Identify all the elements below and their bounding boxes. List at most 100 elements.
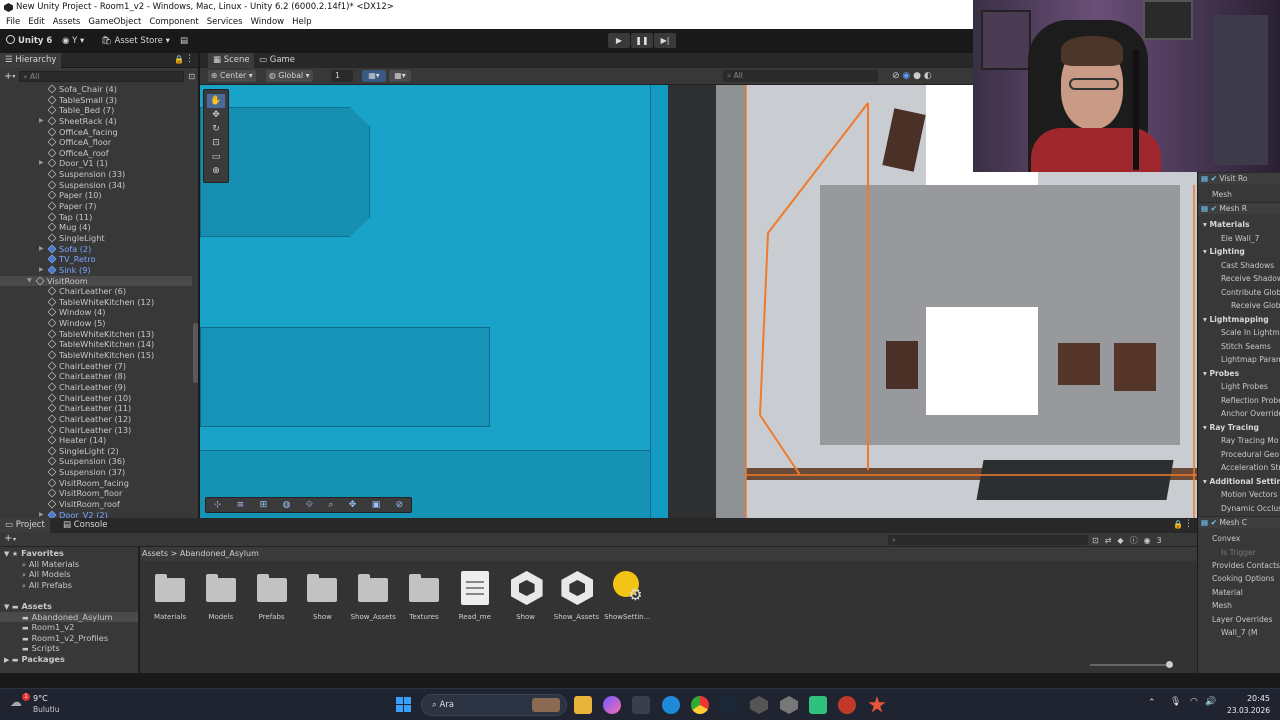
inspector-section-header[interactable]: ▾ Lightmapping (1198, 314, 1280, 326)
hierarchy-item[interactable]: ChairLeather (9) (0, 382, 192, 393)
filter-type-icon[interactable]: ⊡ (1092, 536, 1099, 545)
inspector-field[interactable]: Cast Shadows (1198, 260, 1280, 272)
eye-icon[interactable]: ◉ (1144, 536, 1151, 545)
inspector-field[interactable]: Cooking Options (1198, 573, 1280, 585)
inspector-component-header[interactable]: ▦ ✔ Visit Ro (1198, 172, 1280, 184)
menu-component[interactable]: Component (149, 17, 198, 27)
microphone-icon[interactable]: 🎙 (1170, 697, 1181, 707)
clock-date[interactable]: 23.03.2026 (1222, 706, 1270, 715)
asset-item[interactable]: Textures (400, 571, 448, 621)
steam-icon[interactable] (720, 696, 738, 714)
hierarchy-item[interactable]: SingleLight (0, 233, 192, 244)
expand-arrow-down-icon[interactable]: ▼ (27, 276, 32, 287)
inspector-field[interactable]: Acceleration Str (1198, 462, 1280, 474)
hierarchy-item[interactable]: Paper (7) (0, 201, 192, 212)
inspector-field[interactable]: Receive Glob (1198, 300, 1280, 312)
breadcrumb-assets[interactable]: Assets (142, 549, 168, 558)
clock-time[interactable]: 20:45 (1226, 694, 1270, 703)
inspector-component-header[interactable]: ▦ ✔ Mesh R (1198, 202, 1280, 215)
inspector-field[interactable]: Anchor Override (1198, 408, 1280, 420)
hierarchy-item[interactable]: ChairLeather (8) (0, 371, 192, 382)
align-icon[interactable]: ≡ (237, 500, 245, 510)
unity-hub-icon[interactable] (750, 696, 768, 714)
project-tree-item[interactable]: ▼ ★ Favorites (0, 548, 138, 559)
layers-icon[interactable]: ▤ (180, 34, 188, 48)
unity-editor-icon[interactable] (780, 696, 798, 714)
camera-icon[interactable]: ▣ (372, 500, 381, 510)
game-app-icon[interactable] (809, 696, 827, 714)
chevron-down-icon[interactable]: ▾ (12, 73, 15, 80)
inspector-field[interactable]: Provides Contacts (1198, 560, 1280, 572)
inspector-field[interactable]: Light Probes (1198, 381, 1280, 393)
inspector-field[interactable]: Scale In Lightm (1198, 327, 1280, 339)
hierarchy-item[interactable]: ▶ SheetRack (4) (0, 116, 192, 127)
hierarchy-item[interactable]: ChairLeather (11) (0, 403, 192, 414)
project-tree-item[interactable]: ▬ Abandoned_Asylum (0, 611, 138, 623)
step-button[interactable]: ▶| (654, 33, 676, 48)
more-icon[interactable]: ⋮ (1184, 519, 1193, 529)
inspector-field[interactable]: Receive Shadow (1198, 273, 1280, 285)
project-tree-item[interactable] (0, 590, 138, 601)
hierarchy-search-input[interactable]: ⌕ All (19, 70, 185, 82)
project-tree-item[interactable]: ⌕ All Models (0, 569, 138, 580)
hierarchy-item[interactable]: Mug (4) (0, 222, 192, 233)
grid-tool-icon[interactable]: ⊹ (214, 500, 222, 510)
inspector-field[interactable]: Motion Vectors (1198, 489, 1280, 501)
hierarchy-item[interactable]: Table_Bed (7) (0, 105, 192, 116)
weather-widget[interactable]: ☁ 1 (10, 693, 30, 713)
sphere-icon[interactable]: ◍ (283, 500, 291, 510)
inspector-field[interactable]: Lightmap Param (1198, 354, 1280, 366)
hierarchy-scrollbar[interactable] (193, 323, 198, 383)
project-tree-item[interactable]: ▬ Room1_v2 (0, 622, 138, 633)
play-button[interactable]: ▶ (608, 33, 630, 48)
hierarchy-item[interactable]: Window (5) (0, 318, 192, 329)
grid-size-field[interactable]: 1 (331, 70, 353, 82)
icon-size-slider-handle[interactable] (1166, 661, 1173, 668)
pivot-dropdown[interactable]: ⊕ Center ▾ (208, 70, 256, 82)
asset-item[interactable]: Materials (146, 571, 194, 621)
inspector-section-header[interactable]: ▾ Additional Setting (1198, 476, 1280, 488)
scene-search-input[interactable]: ⌕ All (723, 70, 878, 82)
project-tree-item[interactable]: ▬ Scripts (0, 643, 138, 654)
inspector-field[interactable]: Contribute Globa (1198, 287, 1280, 299)
hierarchy-item[interactable]: ChairLeather (7) (0, 361, 192, 372)
move-tool-icon[interactable]: ✥ (204, 108, 228, 122)
hierarchy-item[interactable]: ChairLeather (13) (0, 425, 192, 436)
tray-chevron-icon[interactable]: ⌃ (1148, 698, 1156, 708)
volume-icon[interactable]: 🔊 (1205, 697, 1216, 707)
menu-window[interactable]: Window (251, 17, 285, 27)
rect-tool-icon[interactable]: ▭ (204, 150, 228, 164)
account-button[interactable]: ◉ Y ▾ (62, 34, 84, 48)
hierarchy-item[interactable]: VisitRoom_floor (0, 488, 192, 499)
more-icon[interactable]: ⋮ (185, 54, 194, 64)
wifi-icon[interactable]: ◠ (1190, 697, 1198, 707)
hierarchy-item[interactable]: TableWhiteKitchen (14) (0, 339, 192, 350)
hierarchy-item[interactable]: VisitRoom_facing (0, 478, 192, 489)
grid-snap-icon[interactable]: ▦▾ (362, 70, 386, 82)
hierarchy-item[interactable]: TableWhiteKitchen (13) (0, 329, 192, 340)
asset-item[interactable]: Models (197, 571, 245, 621)
hand-tool-icon[interactable]: ✋ (207, 94, 225, 108)
tab-console[interactable]: ▤ Console (58, 518, 113, 533)
chrome-icon[interactable] (691, 696, 709, 714)
taskbar-search[interactable]: ⌕ Ara (421, 694, 567, 716)
inspector-field[interactable]: Material (1198, 587, 1280, 599)
claude-icon[interactable] (868, 696, 886, 713)
inspector-section-header[interactable]: ▾ Materials (1198, 219, 1280, 231)
expand-arrow-right-icon[interactable]: ▶ (39, 116, 44, 127)
store-icon[interactable] (632, 696, 650, 714)
asset-item[interactable]: Show (298, 571, 346, 621)
project-tree-item[interactable]: ⌕ All Materials (0, 559, 138, 570)
layers-tool-icon[interactable]: ⟐ (306, 500, 313, 510)
expand-arrow-right-icon[interactable]: ▶ (39, 158, 44, 169)
inspector-field[interactable]: Reflection Probe (1198, 395, 1280, 407)
hierarchy-item[interactable]: ▼ VisitRoom (0, 275, 192, 287)
inspector-field[interactable]: Convex (1198, 533, 1280, 545)
tag-icon[interactable]: ◆ (1117, 536, 1123, 545)
scale-tool-icon[interactable]: ⊡ (204, 136, 228, 150)
inspector-section-header[interactable]: ▾ Lighting (1198, 246, 1280, 258)
expand-arrow-right-icon[interactable]: ▶ (39, 244, 44, 255)
menu-file[interactable]: File (6, 17, 20, 27)
menu-help[interactable]: Help (292, 17, 311, 27)
hierarchy-item[interactable]: TableWhiteKitchen (15) (0, 350, 192, 361)
